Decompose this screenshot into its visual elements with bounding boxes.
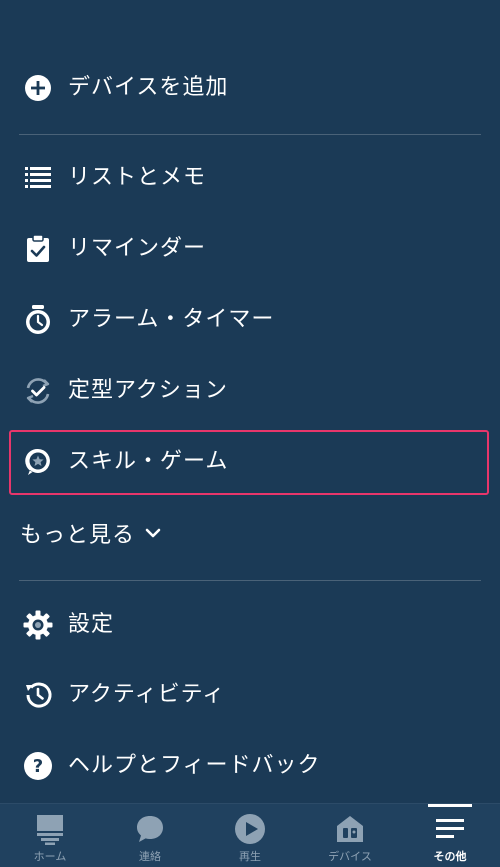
tab-label: 連絡 (139, 850, 161, 863)
tab-home[interactable]: ホーム (0, 804, 100, 867)
tab-label: その他 (433, 850, 467, 863)
see-more-toggle[interactable]: もっと見る (20, 503, 161, 563)
plus-circle-icon (23, 73, 53, 103)
menu-item-label: 設定 (68, 612, 115, 637)
menu-item-label: スキル・ゲーム (68, 449, 229, 474)
menu-item-label: ヘルプとフィードバック (68, 753, 321, 778)
menu-item-label: デバイスを追加 (68, 75, 229, 100)
see-more-label: もっと見る (20, 523, 136, 548)
list-icon (23, 163, 53, 193)
menu-item-settings[interactable]: 設定 (0, 595, 500, 655)
menu-item-add-device[interactable]: デバイスを追加 (0, 58, 500, 118)
bottom-tab-bar: ホーム 連絡 再生 デバイス その他 (0, 803, 500, 867)
menu-item-alarms[interactable]: アラーム・タイマー (0, 290, 500, 350)
chat-bubble-icon (133, 812, 167, 846)
divider (19, 134, 481, 135)
gear-icon (23, 610, 53, 640)
alarm-clock-icon (23, 305, 53, 335)
help-icon: ? (23, 751, 53, 781)
tab-communicate[interactable]: 連絡 (100, 804, 200, 867)
menu-item-skills-games[interactable]: スキル・ゲーム (0, 432, 500, 492)
history-icon (23, 680, 53, 710)
svg-text:?: ? (33, 756, 43, 777)
tab-label: 再生 (239, 850, 261, 863)
more-menu-icon (433, 812, 467, 846)
menu-item-label: アラーム・タイマー (68, 307, 275, 332)
menu-item-lists[interactable]: リストとメモ (0, 148, 500, 208)
tab-more[interactable]: その他 (400, 804, 500, 867)
menu-item-help[interactable]: ? ヘルプとフィードバック (0, 736, 500, 796)
tab-label: ホーム (33, 850, 67, 863)
menu-item-label: リマインダー (68, 236, 207, 261)
skill-star-bubble-icon (23, 447, 53, 477)
tab-play[interactable]: 再生 (200, 804, 300, 867)
menu-item-activity[interactable]: アクティビティ (0, 665, 500, 725)
menu-item-label: 定型アクション (68, 378, 228, 403)
clipboard-check-icon (23, 234, 53, 264)
home-icon (33, 812, 67, 846)
menu-item-label: リストとメモ (68, 165, 207, 190)
devices-icon (333, 812, 367, 846)
routine-check-icon (23, 376, 53, 406)
chevron-down-icon (145, 528, 161, 538)
tab-label: デバイス (328, 850, 372, 863)
divider (19, 580, 481, 581)
menu-item-label: アクティビティ (68, 682, 226, 707)
menu-item-reminders[interactable]: リマインダー (0, 219, 500, 279)
menu-item-routines[interactable]: 定型アクション (0, 361, 500, 421)
tab-devices[interactable]: デバイス (300, 804, 400, 867)
play-icon (233, 812, 267, 846)
